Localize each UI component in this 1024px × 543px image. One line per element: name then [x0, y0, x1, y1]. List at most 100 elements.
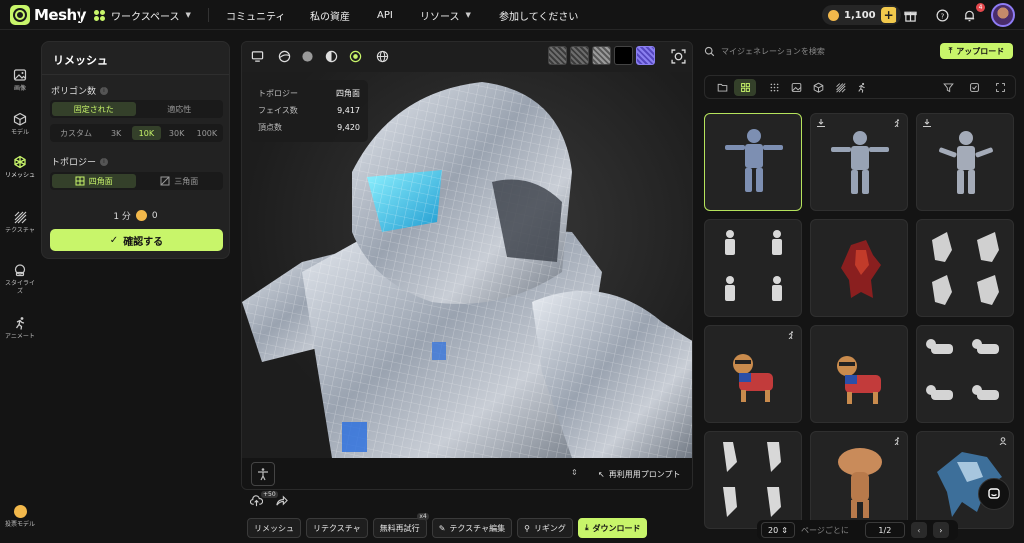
- sidebar-item-stylize[interactable]: スタイライズ: [0, 263, 40, 296]
- topology-option-label: 四角面: [88, 176, 113, 186]
- checkbox-icon[interactable]: [969, 82, 980, 93]
- sidebar-item-model[interactable]: モデル: [0, 112, 40, 137]
- topology-option-quad[interactable]: 四角面: [52, 174, 136, 188]
- dog-thumbnail: [733, 354, 773, 402]
- brush-icon: ✎: [438, 523, 446, 533]
- arrow-up-left-icon: ↖: [598, 470, 605, 479]
- chat-support-button[interactable]: [978, 478, 1010, 510]
- filter-icon[interactable]: [943, 82, 954, 93]
- stats-key: フェイス数: [258, 106, 298, 115]
- sidebar-item-vote[interactable]: 投票モデル: [0, 505, 40, 529]
- material-thumb[interactable]: [592, 46, 611, 65]
- model-card[interactable]: [704, 113, 802, 211]
- grid-icon: [741, 83, 750, 92]
- bell-icon[interactable]: [961, 7, 977, 23]
- dots-grid-icon[interactable]: [769, 82, 780, 93]
- running-figure-icon: [893, 437, 901, 446]
- material-thumb[interactable]: [614, 46, 633, 65]
- image-icon[interactable]: [791, 82, 802, 93]
- focus-target-icon[interactable]: [671, 49, 686, 64]
- prev-page-button[interactable]: ‹: [910, 522, 927, 538]
- credit-balance[interactable]: 1,100 +: [822, 5, 901, 25]
- expand-toggle-icon[interactable]: ⇕: [571, 468, 578, 477]
- body-figure-button[interactable]: [251, 462, 275, 486]
- count-option-3k[interactable]: 3K: [102, 126, 130, 140]
- model-card[interactable]: [810, 325, 908, 423]
- running-figure-icon[interactable]: [856, 82, 867, 93]
- model-card[interactable]: [916, 219, 1014, 317]
- model-card[interactable]: [810, 219, 908, 317]
- retexture-button[interactable]: リテクスチャ: [306, 518, 368, 538]
- search-input[interactable]: マイジェネレーションを検索: [721, 46, 825, 57]
- model-card[interactable]: [704, 325, 802, 423]
- nav-resources[interactable]: リソース ▼: [420, 0, 471, 30]
- remesh-button[interactable]: リメッシュ: [247, 518, 301, 538]
- check-icon: ✓: [109, 234, 119, 246]
- confirm-button[interactable]: ✓ 確認する: [50, 229, 223, 251]
- reuse-prompt-button[interactable]: ↖ 再利用用プロンプト: [598, 469, 680, 480]
- topology-label-text: トポロジー: [51, 158, 97, 168]
- count-option-30k[interactable]: 30K: [163, 126, 191, 140]
- material-thumb[interactable]: [548, 46, 567, 65]
- free-retry-button[interactable]: 無料再試行 x4: [372, 513, 429, 538]
- download-button[interactable]: ⤓ ダウンロード: [577, 518, 648, 538]
- texture-icon[interactable]: [835, 82, 846, 93]
- avatar[interactable]: [991, 3, 1015, 27]
- monitor-icon[interactable]: [251, 50, 264, 63]
- triangle-mesh-icon: [160, 176, 170, 186]
- nav-my-assets[interactable]: 私の資産: [310, 0, 350, 30]
- page-indicator[interactable]: 1/2: [864, 522, 905, 538]
- gift-icon[interactable]: [902, 7, 918, 23]
- running-figure-icon: [893, 119, 901, 128]
- wireframe-sphere-icon[interactable]: [278, 50, 291, 63]
- topology-option-triangle[interactable]: 三角面: [138, 174, 222, 188]
- texture-edit-button[interactable]: ✎ テクスチャ編集: [431, 518, 513, 538]
- sidebar-item-image[interactable]: 画像: [0, 68, 40, 93]
- nav-join[interactable]: 参加してください: [499, 0, 578, 30]
- rigging-button[interactable]: ⚲ リギング: [517, 518, 573, 538]
- count-option-10k[interactable]: 10K: [132, 126, 161, 140]
- upload-button[interactable]: ⤒ アップロード: [940, 43, 1013, 59]
- logo[interactable]: Meshy: [10, 5, 87, 25]
- model-card[interactable]: [810, 113, 908, 211]
- page-size-value: 20: [768, 525, 779, 535]
- count-option-100k[interactable]: 100K: [193, 126, 221, 140]
- model-card[interactable]: [916, 325, 1014, 423]
- image-icon: [13, 69, 27, 81]
- robot-thumbnail: [831, 131, 889, 194]
- topology-label: トポロジー i: [51, 155, 109, 168]
- solid-sphere-icon[interactable]: [301, 50, 314, 63]
- mode-option-adaptive[interactable]: 適応性: [138, 102, 222, 116]
- sidebar-item-remesh[interactable]: リメッシュ: [0, 155, 40, 180]
- rigging-label: リギング: [533, 523, 566, 533]
- cube-icon[interactable]: [813, 82, 824, 93]
- mode-option-fixed[interactable]: 固定された: [52, 102, 136, 116]
- help-icon[interactable]: ?: [934, 7, 950, 23]
- add-credit-button[interactable]: +: [880, 7, 897, 23]
- next-page-button[interactable]: ›: [932, 522, 949, 538]
- workspace-menu[interactable]: ワークスペース ▼: [94, 0, 191, 30]
- sidebar-item-animate[interactable]: アニメート: [0, 316, 40, 341]
- model-card[interactable]: [704, 219, 802, 317]
- model-card[interactable]: [704, 431, 802, 529]
- model-card[interactable]: [916, 113, 1014, 211]
- expand-icon[interactable]: [995, 82, 1006, 93]
- running-figure-icon: [15, 317, 25, 330]
- page-size-select[interactable]: 20 ⇕: [761, 522, 795, 538]
- nav-divider: [208, 8, 209, 22]
- material-thumb[interactable]: [570, 46, 589, 65]
- count-option-custom[interactable]: カスタム: [52, 126, 100, 140]
- material-thumb[interactable]: [636, 46, 655, 65]
- sidebar-item-texture[interactable]: テクスチャ: [0, 210, 40, 235]
- nav-community[interactable]: コミュニティ: [226, 0, 285, 30]
- model-card[interactable]: [810, 431, 908, 529]
- half-sphere-icon[interactable]: [325, 50, 338, 63]
- textured-sphere-icon[interactable]: [349, 50, 362, 63]
- globe-icon[interactable]: [376, 50, 389, 63]
- info-icon[interactable]: i: [100, 157, 109, 166]
- info-icon[interactable]: i: [100, 86, 109, 95]
- download-icon: [817, 119, 825, 127]
- search-bar[interactable]: マイジェネレーションを検索: [704, 42, 934, 60]
- nav-api[interactable]: API: [377, 0, 393, 30]
- folder-icon[interactable]: [717, 82, 728, 93]
